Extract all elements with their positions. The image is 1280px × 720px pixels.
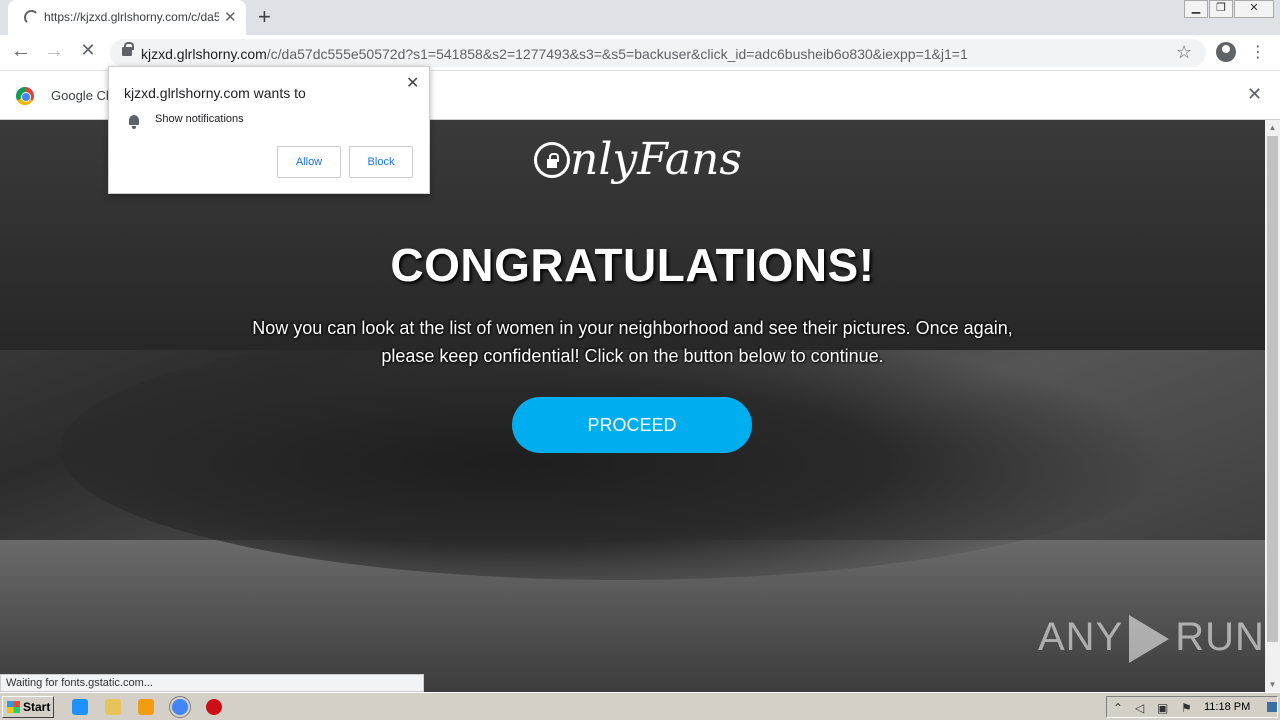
windows-logo-icon bbox=[7, 701, 20, 713]
page-subtext: Now you can look at the list of women in… bbox=[252, 318, 1013, 366]
scroll-up-arrow-icon[interactable]: ▲ bbox=[1265, 120, 1280, 135]
loading-spinner-icon bbox=[24, 10, 39, 25]
show-desktop-icon[interactable] bbox=[1267, 702, 1277, 712]
address-bar[interactable]: kjzxd.glrlshorny.com/c/da57dc555e50572d?… bbox=[110, 39, 1206, 67]
new-tab-button[interactable]: + bbox=[258, 4, 271, 30]
anyrun-watermark: ANY RUN bbox=[1038, 615, 1265, 664]
ie-icon[interactable] bbox=[72, 699, 88, 715]
start-button[interactable]: Start bbox=[2, 696, 54, 718]
volume-icon[interactable]: ◁ bbox=[1135, 701, 1144, 715]
tab-strip: https://kjzxd.glrlshorny.com/c/da57 ✕ + … bbox=[0, 0, 1280, 35]
media-icon[interactable] bbox=[138, 699, 154, 715]
network-icon[interactable]: ▣ bbox=[1157, 701, 1168, 715]
scroll-down-arrow-icon[interactable]: ▼ bbox=[1265, 677, 1280, 692]
block-button[interactable]: Block bbox=[349, 146, 413, 178]
status-bubble: Waiting for fonts.gstatic.com... bbox=[0, 674, 424, 692]
permission-text: Show notifications bbox=[155, 113, 244, 125]
forward-button[interactable]: → bbox=[41, 40, 67, 63]
onlyfans-logo-text: nlyFans bbox=[570, 134, 742, 185]
watermark-left: ANY bbox=[1038, 615, 1124, 659]
url-host: kjzxd.glrlshorny.com bbox=[141, 46, 267, 62]
profile-avatar-icon[interactable] bbox=[1216, 42, 1236, 62]
info-bar-text: Google Ch bbox=[51, 88, 114, 103]
chrome-logo-icon bbox=[16, 87, 34, 105]
stop-loading-button[interactable]: ✕ bbox=[75, 40, 101, 61]
bookmark-star-icon[interactable]: ☆ bbox=[1176, 42, 1192, 63]
back-button[interactable]: ← bbox=[8, 40, 34, 63]
onlyfans-lock-icon bbox=[534, 142, 570, 178]
url-path: /c/da57dc555e50572d?s1=541858&s2=1277493… bbox=[266, 46, 968, 62]
play-icon bbox=[1129, 615, 1170, 664]
bell-icon bbox=[129, 115, 139, 129]
start-label: Start bbox=[23, 700, 51, 714]
tray-expand-icon[interactable]: ⌃ bbox=[1113, 701, 1123, 715]
proceed-button[interactable]: PROCEED bbox=[512, 397, 752, 453]
action-center-flag-icon[interactable]: ⚑ bbox=[1181, 701, 1192, 715]
url-text[interactable]: kjzxd.glrlshorny.com/c/da57dc555e50572d?… bbox=[141, 46, 968, 62]
folder-icon[interactable] bbox=[105, 699, 121, 715]
info-bar-close-icon[interactable]: ✕ bbox=[1247, 84, 1262, 105]
opera-icon[interactable] bbox=[206, 699, 222, 715]
lock-icon[interactable] bbox=[122, 42, 134, 56]
page-headline: CONGRATULATIONS! bbox=[390, 239, 875, 291]
allow-button[interactable]: Allow bbox=[277, 146, 341, 178]
watermark-right: RUN bbox=[1175, 615, 1265, 659]
tab-title: https://kjzxd.glrlshorny.com/c/da57 bbox=[44, 10, 219, 24]
browser-menu-icon[interactable]: ⋮ bbox=[1250, 42, 1266, 62]
popup-close-icon[interactable]: ✕ bbox=[406, 73, 419, 93]
scrollbar-thumb[interactable] bbox=[1267, 136, 1278, 642]
system-tray: ⌃ ◁ ▣ ⚑ bbox=[1106, 696, 1278, 718]
taskbar: Start ⌃ ◁ ▣ ⚑ 11:18 PM bbox=[0, 692, 1280, 720]
browser-tab[interactable]: https://kjzxd.glrlshorny.com/c/da57 ✕ bbox=[8, 0, 246, 35]
tab-close-icon[interactable]: ✕ bbox=[224, 8, 237, 26]
restore-button[interactable]: ❐ bbox=[1209, 0, 1233, 18]
chrome-icon[interactable] bbox=[169, 696, 191, 718]
window-close-button[interactable]: ✕ bbox=[1234, 0, 1274, 18]
notification-permission-popup: kjzxd.glrlshorny.com wants to ✕ Show not… bbox=[108, 66, 430, 194]
clock[interactable]: 11:18 PM bbox=[1204, 701, 1250, 713]
popup-title: kjzxd.glrlshorny.com wants to bbox=[124, 85, 306, 101]
minimize-button[interactable]: ▁ bbox=[1184, 0, 1208, 18]
